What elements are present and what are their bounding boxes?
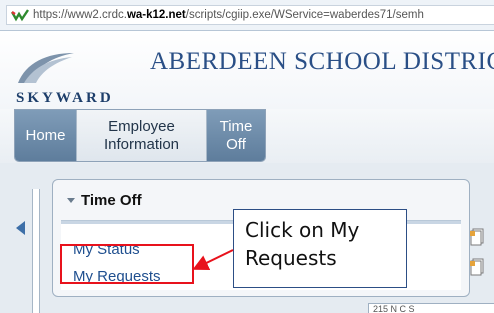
browser-address-bar: https://www2.crdc.wa-k12.net/scripts/cgi…	[0, 0, 494, 31]
tab-home-label: Home	[25, 126, 66, 144]
tab-employee-label-line2: Information	[103, 135, 180, 153]
tab-employee-information[interactable]: Employee Information	[76, 110, 207, 161]
footer-fragment: 215 N C S	[368, 303, 494, 313]
app-header: SKYWARD ABERDEEN SCHOOL DISTRIC	[0, 31, 494, 109]
url-field[interactable]: https://www2.crdc.wa-k12.net/scripts/cgi…	[6, 5, 494, 25]
document-icon[interactable]	[469, 258, 485, 276]
document-icon[interactable]	[469, 228, 485, 246]
nav-tabs: Home Employee Information Time Off	[14, 109, 266, 162]
panel-title: Time Off	[81, 192, 142, 209]
tab-home[interactable]: Home	[15, 110, 76, 161]
url-path: /scripts/cgiip.exe/WService=waberdes71/s…	[185, 9, 424, 21]
callout-line2: Requests	[245, 246, 337, 270]
callout-line1: Click on My	[245, 218, 360, 242]
brand-name: SKYWARD	[16, 90, 114, 106]
collapse-left-arrow-icon[interactable]	[16, 221, 25, 235]
panel-header[interactable]: Time Off	[67, 192, 142, 209]
url-prefix: https://www2.crdc.	[33, 9, 127, 21]
skyward-swoosh-logo-icon	[18, 53, 74, 83]
url-host: wa-k12.net	[126, 9, 186, 21]
instruction-callout: Click on My Requests	[233, 209, 407, 288]
my-requests-highlight-box	[60, 244, 194, 284]
district-title: ABERDEEN SCHOOL DISTRIC	[150, 48, 494, 75]
skyward-favicon-icon	[11, 9, 29, 22]
tab-time-off[interactable]: Time Off	[207, 110, 265, 161]
tab-time-label-line1: Time	[219, 117, 253, 135]
nav-tab-bar: Home Employee Information Time Off	[0, 109, 494, 163]
tab-time-label-line2: Off	[226, 135, 246, 153]
collapse-triangle-icon	[67, 198, 75, 203]
url-text: https://www2.crdc.wa-k12.net/scripts/cgi…	[33, 9, 424, 21]
tab-employee-label-line1: Employee	[108, 117, 175, 135]
left-scroll-bar	[32, 189, 40, 313]
